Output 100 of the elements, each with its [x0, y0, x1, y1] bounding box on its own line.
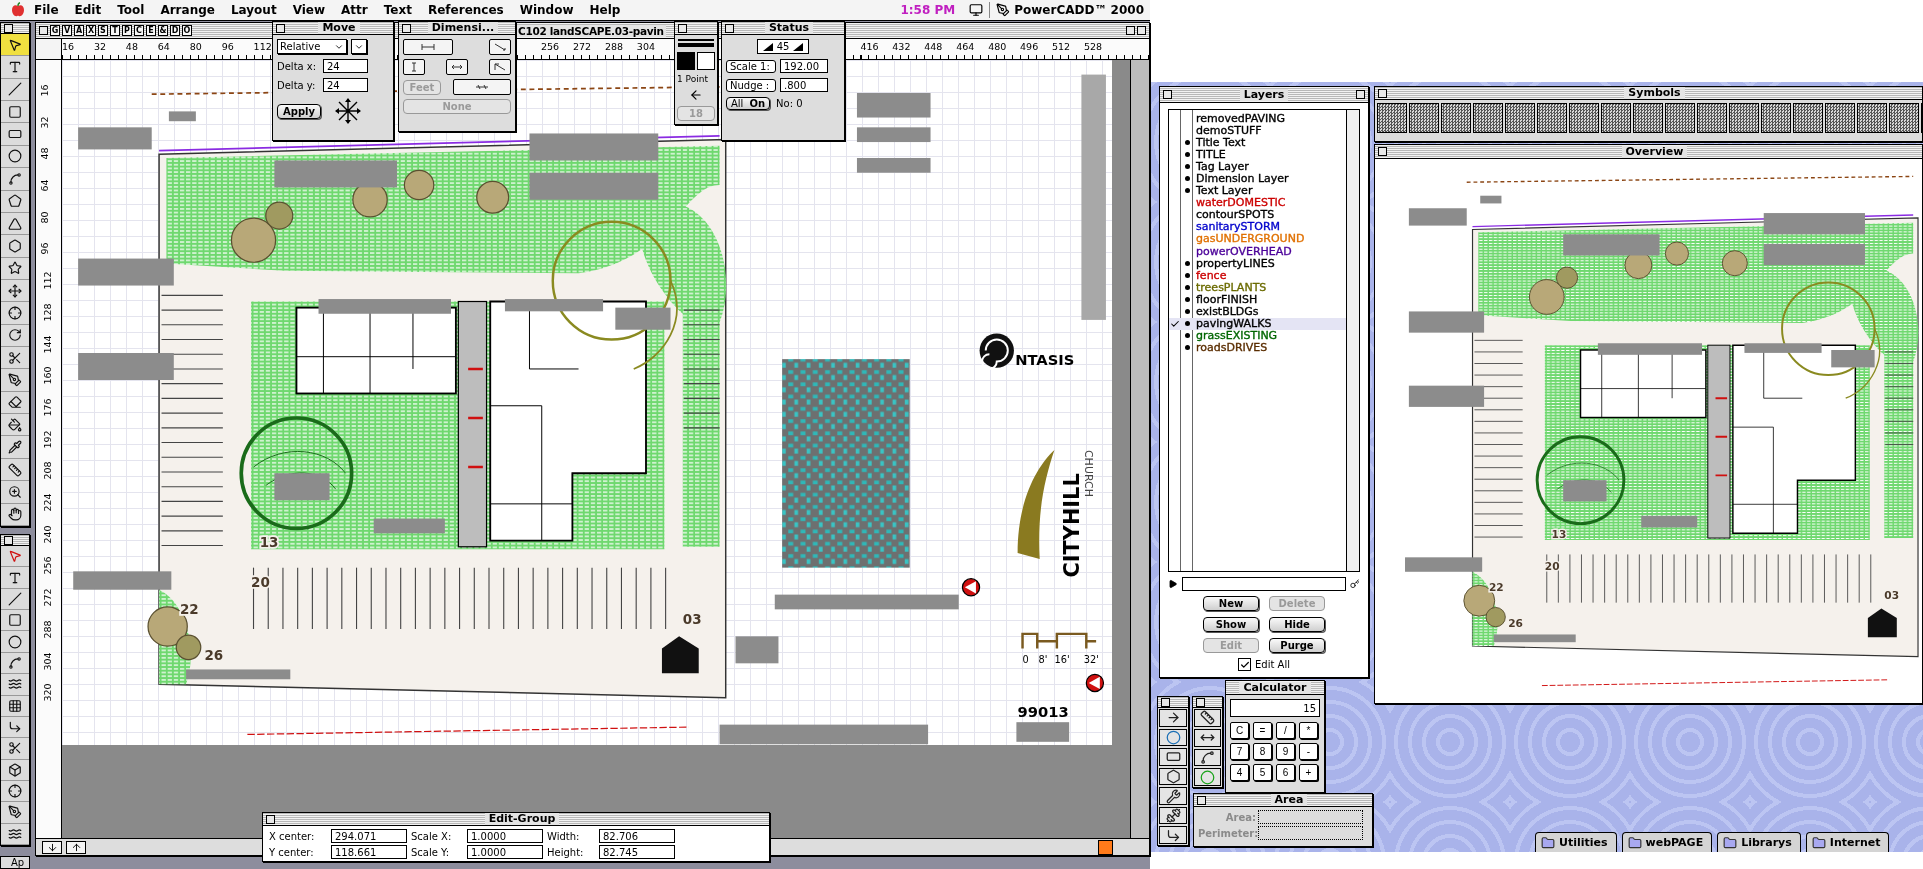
input-field[interactable]: 294.071 [331, 829, 407, 843]
layer-row[interactable]: existBLDGs [1169, 305, 1346, 318]
dock-tab[interactable]: webPAGE [1621, 832, 1713, 852]
layer-row[interactable]: TITLE [1169, 148, 1346, 161]
field-label: Area: [1224, 811, 1256, 823]
layer-name[interactable]: sanitarySTORM [1193, 220, 1281, 234]
menu-item[interactable]: Help [581, 1, 629, 19]
layer-row[interactable]: waterDOMESTIC [1169, 196, 1346, 209]
menu-item[interactable]: File [26, 1, 67, 19]
calculator-key[interactable]: + [1299, 764, 1318, 781]
menu-item[interactable]: Layout [222, 1, 285, 19]
input-field[interactable]: 1.0000 [467, 845, 543, 859]
input-field[interactable]: 118.661 [331, 845, 407, 859]
layer-letter-button[interactable]: S [98, 25, 108, 36]
calculator-key[interactable]: = [1253, 722, 1272, 739]
menu-item[interactable]: Text [375, 1, 420, 19]
input-field[interactable]: 192.00 [780, 59, 828, 73]
edit-all-checkbox[interactable]: Edit All [1168, 658, 1360, 671]
layer-button[interactable]: New [1203, 596, 1259, 611]
app-menu[interactable]: PowerCADD™ 2000 [1010, 3, 1150, 17]
layer-name[interactable]: fence [1193, 268, 1227, 282]
layer-row[interactable]: propertyLINES [1169, 257, 1346, 270]
layer-row[interactable]: grassEXISTING [1169, 329, 1346, 342]
layer-letter-button[interactable]: P [122, 25, 132, 36]
layer-row[interactable]: Dimension Layer [1169, 172, 1346, 185]
calculator-key[interactable]: 7 [1230, 743, 1249, 760]
layer-name[interactable]: powerOVERHEAD [1193, 244, 1292, 258]
calculator-key[interactable]: 5 [1253, 764, 1272, 781]
layer-name[interactable]: grassEXISTING [1193, 329, 1278, 343]
calculator-key[interactable]: 6 [1276, 764, 1295, 781]
layer-name[interactable]: Tag Layer [1193, 159, 1249, 173]
layer-letter-button[interactable]: T [110, 25, 120, 36]
layer-name[interactable]: roadsDRIVES [1193, 341, 1268, 355]
layer-button[interactable]: Show [1203, 617, 1259, 632]
layer-button[interactable]: Purge [1269, 638, 1325, 653]
input-field[interactable]: .800 [780, 78, 828, 92]
input-field[interactable]: 24 [323, 59, 368, 73]
layer-row[interactable]: Tag Layer [1169, 160, 1346, 173]
apply-button[interactable]: Apply [277, 103, 321, 119]
dock-tab[interactable]: Internet [1805, 832, 1890, 852]
input-field[interactable]: 82.745 [599, 845, 675, 859]
menu-item[interactable]: Edit [66, 1, 110, 19]
layer-name[interactable]: removedPAVING [1193, 111, 1286, 125]
all-on-toggle[interactable]: All On [726, 97, 771, 110]
input-field[interactable]: 1.0000 [467, 829, 543, 843]
dock-tab[interactable]: Utilities [1535, 832, 1617, 852]
layer-letter-button[interactable]: G [50, 25, 60, 36]
layer-row[interactable]: removedPAVING [1169, 112, 1346, 125]
layer-name[interactable]: demoSTUFF [1193, 123, 1262, 137]
calculator-key[interactable]: C [1230, 722, 1249, 739]
layer-letter-button[interactable]: C [134, 25, 144, 36]
menu-item[interactable]: Attr [333, 1, 376, 19]
layer-row[interactable]: Title Text [1169, 136, 1346, 149]
layer-row[interactable]: demoSTUFF [1169, 124, 1346, 137]
layer-row[interactable]: sanitarySTORM [1169, 220, 1346, 233]
input-field[interactable]: 82.706 [599, 829, 675, 843]
menu-item[interactable]: View [284, 1, 334, 19]
layer-row[interactable]: Text Layer [1169, 184, 1346, 197]
lot-number: 13 [1551, 528, 1567, 541]
layer-letter-button[interactable]: D [170, 25, 180, 36]
layer-name[interactable]: floorFINISH [1193, 292, 1258, 306]
layer-row[interactable]: roadsDRIVES [1169, 341, 1346, 354]
layer-name[interactable]: pavingWALKS [1193, 317, 1272, 331]
line-weight-label: 1 Point [677, 74, 709, 84]
layer-letter-button[interactable]: O [182, 25, 192, 36]
layer-name[interactable]: propertyLINES [1193, 256, 1275, 270]
layer-button[interactable]: Hide [1269, 617, 1325, 632]
layer-name[interactable]: Text Layer [1193, 184, 1253, 198]
calculator-key[interactable]: 9 [1276, 743, 1295, 760]
calculator-key[interactable]: - [1299, 743, 1318, 760]
menu-item[interactable]: Tool [109, 1, 153, 19]
layer-row[interactable]: treesPLANTS [1169, 281, 1346, 294]
calculator-key[interactable]: * [1299, 722, 1318, 739]
menu-item[interactable]: References [419, 1, 512, 19]
menu-item[interactable]: Arrange [152, 1, 223, 19]
layer-letter-button[interactable]: & [158, 25, 168, 36]
layer-name[interactable]: treesPLANTS [1193, 280, 1267, 294]
app-switcher-tab[interactable]: Ap [0, 856, 30, 869]
calculator-key[interactable]: 4 [1230, 764, 1249, 781]
layer-row[interactable]: pavingWALKS [1169, 317, 1346, 330]
layer-letter-button[interactable]: X [86, 25, 96, 36]
layer-name[interactable]: Title Text [1193, 135, 1246, 149]
layer-row[interactable]: powerOVERHEAD [1169, 245, 1346, 258]
layer-name[interactable]: TITLE [1193, 147, 1226, 161]
layer-row[interactable]: fence [1169, 269, 1346, 282]
input-field[interactable]: 24 [323, 78, 368, 92]
layer-name[interactable]: waterDOMESTIC [1193, 196, 1286, 210]
calculator-key[interactable]: 8 [1253, 743, 1272, 760]
layer-name[interactable]: contourSPOTS [1193, 208, 1275, 222]
layer-letter-button[interactable]: A [74, 25, 84, 36]
layer-row[interactable]: floorFINISH [1169, 293, 1346, 306]
mode-dropdown[interactable]: Relative [277, 39, 347, 54]
menu-item[interactable]: Window [511, 1, 582, 19]
layer-name[interactable]: existBLDGs [1193, 305, 1259, 319]
layer-letter-button[interactable]: E [146, 25, 156, 36]
calculator-key[interactable]: / [1276, 722, 1295, 739]
layer-name[interactable]: Dimension Layer [1193, 172, 1289, 185]
dock-tab[interactable]: Librarys [1717, 832, 1801, 852]
layer-row[interactable]: contourSPOTS [1169, 208, 1346, 221]
layer-letter-button[interactable]: V [62, 25, 72, 36]
